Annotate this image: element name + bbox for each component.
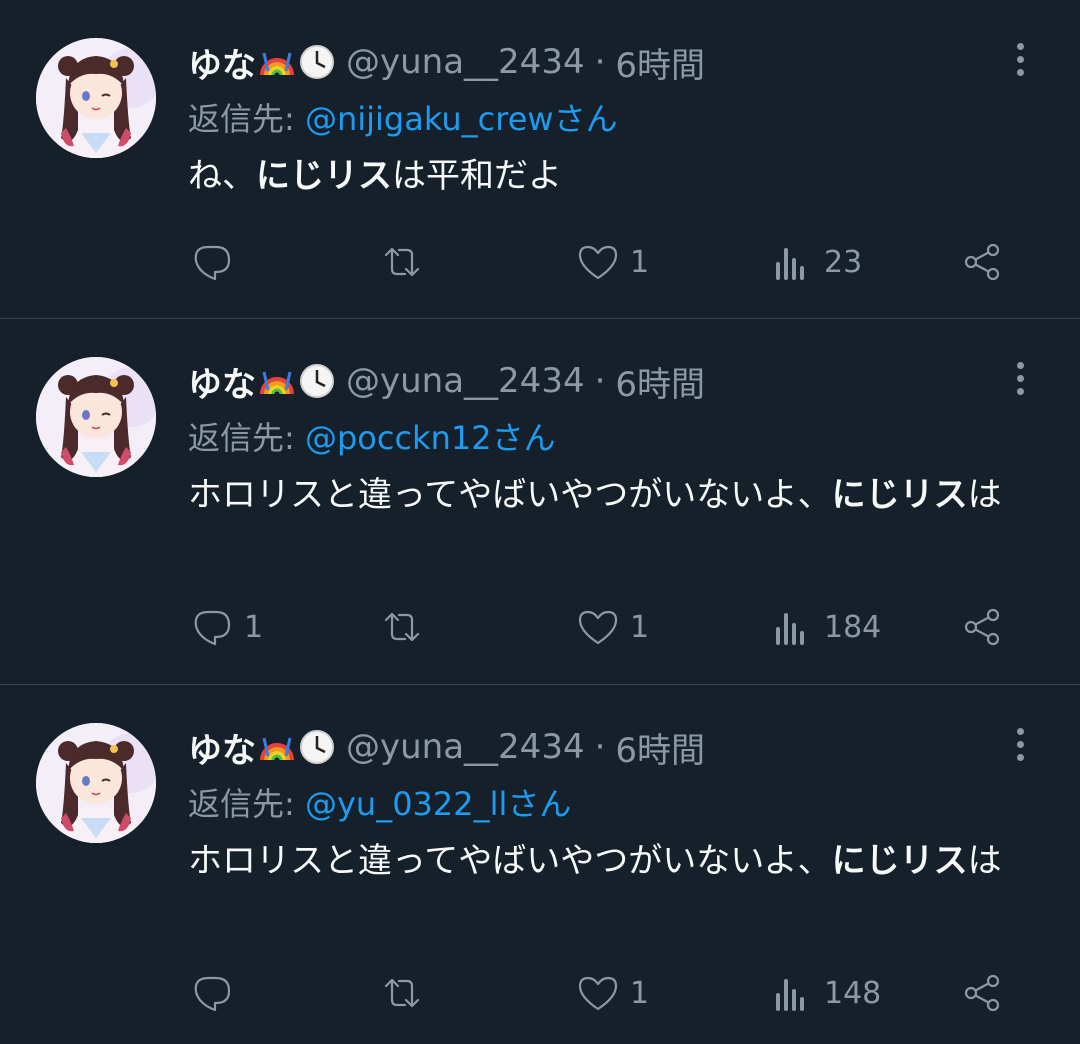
view-count: 23 [824,244,863,280]
views-button[interactable]: 184 [768,603,881,651]
reply-to-line: 返信先: @nijigaku_crewさん [188,94,1040,138]
reply-to-line: 返信先: @pocckn12さん [188,413,1040,457]
tweet-header: ゆな @yuna__2434 · 6時間 [188,723,1040,772]
retweet-button[interactable] [378,603,434,651]
retweet-icon [384,247,420,277]
tweet-text-segment: ホロリスと違ってやばいやつがいないよ、 [188,841,832,881]
avatar-image [36,38,156,158]
rainbow-icon [258,362,296,400]
views-icon [776,979,804,1011]
timestamp[interactable]: 6時間 [615,723,705,772]
share-button[interactable] [958,969,1006,1017]
tweet-text-segment: は [967,475,1002,515]
view-count: 184 [824,609,882,645]
like-count: 1 [630,244,650,280]
tweet-text-bold: にじリス [831,475,968,515]
retweet-icon [384,978,420,1008]
clock-icon [298,43,336,81]
user-handle[interactable]: @yuna__2434 [346,42,585,82]
reply-to-line: 返信先: @yu_0322_llさん [188,779,1040,823]
tweet[interactable]: ゆな @yuna__2434 [0,318,1080,684]
like-button[interactable]: 1 [574,969,649,1017]
tweet-text-segment: ね、 [188,156,256,196]
views-icon [776,248,804,280]
avatar-image [36,723,156,843]
like-count: 1 [630,975,650,1011]
tweet-actions: 1 148 [188,963,1010,1023]
display-name[interactable]: ゆな [188,38,256,87]
share-icon [964,608,1000,646]
share-icon [964,243,1000,281]
reply-icon [194,976,231,1012]
like-count: 1 [630,609,650,645]
tweet-content: ゆな @yuna__2434 [188,359,1040,521]
views-button[interactable]: 148 [768,969,881,1017]
like-button[interactable]: 1 [574,603,649,651]
avatar[interactable] [36,357,156,477]
tweet[interactable]: ゆな @yuna__2434 [0,684,1080,1044]
rainbow-icon [258,728,296,766]
reply-button[interactable] [188,969,244,1017]
tweet-text: ホロリスと違ってやばいやつがいないよ、にじリスは [188,469,1040,521]
like-icon [578,610,618,645]
reply-mention-link[interactable]: @yu_0322_llさん [305,785,571,823]
reply-icon [194,610,231,646]
tweet-actions: 1 23 [188,232,1010,292]
tweet-actions: 1 1 184 [188,597,1010,657]
user-handle[interactable]: @yuna__2434 [346,727,585,767]
retweet-button[interactable] [378,969,434,1017]
reply-count: 1 [244,609,264,645]
display-name[interactable]: ゆな [188,357,256,406]
tweet-text: ね、にじリスは平和だよ [188,150,1040,202]
display-name[interactable]: ゆな [188,723,256,772]
reply-button[interactable] [188,238,244,286]
reply-icon [194,245,231,281]
tweet-header: ゆな @yuna__2434 · 6時間 [188,38,1040,87]
share-icon [964,974,1000,1012]
rainbow-icon [258,43,296,81]
clock-icon [298,728,336,766]
timestamp[interactable]: 6時間 [615,357,705,406]
reply-prefix: 返信先: [188,419,305,457]
view-count: 148 [824,975,882,1011]
share-button[interactable] [958,238,1006,286]
reply-prefix: 返信先: [188,785,305,823]
user-handle[interactable]: @yuna__2434 [346,361,585,401]
timestamp[interactable]: 6時間 [615,38,705,87]
avatar[interactable] [36,723,156,843]
separator: · [594,42,606,82]
tweet-text-segment: は平和だよ [392,156,562,196]
reply-button[interactable]: 1 [188,603,263,651]
like-icon [578,245,618,280]
tweet-text-bold: にじリス [256,156,392,196]
reply-prefix: 返信先: [188,100,305,138]
like-button[interactable]: 1 [574,238,649,286]
tweet-content: ゆな @yuna__2434 [188,40,1040,202]
views-icon [776,613,804,645]
clock-icon [298,362,336,400]
tweet-text-bold: にじリス [831,841,968,881]
tweet-text: ホロリスと違ってやばいやつがいないよ、にじリスは [188,835,1040,887]
reply-mention-link[interactable]: @pocckn12さん [305,419,556,457]
retweet-icon [384,612,420,642]
avatar-image [36,357,156,477]
tweet-text-segment: ホロリスと違ってやばいやつがいないよ、 [188,475,832,515]
tweet[interactable]: ゆな @yuna__2434 [0,0,1080,318]
avatar[interactable] [36,38,156,158]
share-button[interactable] [958,603,1006,651]
reply-mention-link[interactable]: @nijigaku_crewさん [305,100,618,138]
retweet-button[interactable] [378,238,434,286]
separator: · [594,361,606,401]
separator: · [594,727,606,767]
tweet-header: ゆな @yuna__2434 · 6時間 [188,357,1040,406]
more-icon[interactable] [1000,353,1040,403]
timeline-feed: ゆな @yuna__2434 · 6時間 返信先: @nijigaku_crew… [0,0,1080,1044]
tweet-text-segment: は [967,841,1002,881]
like-icon [578,976,618,1011]
views-button[interactable]: 23 [768,238,862,286]
more-icon[interactable] [1000,34,1040,84]
more-icon[interactable] [1000,719,1040,769]
tweet-content: ゆな @yuna__2434 [188,725,1040,887]
